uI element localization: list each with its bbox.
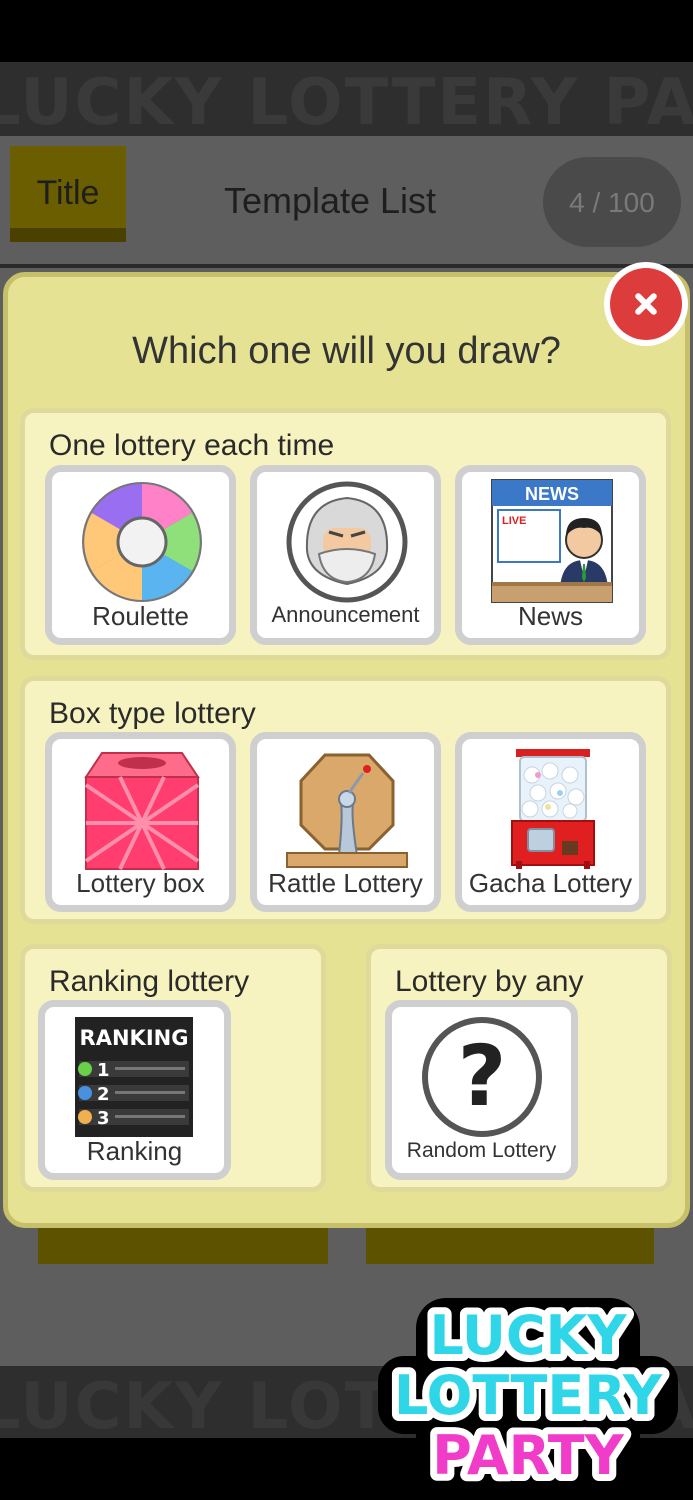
title-button-label: Title: [36, 174, 100, 212]
gacha-lottery-label: Gacha Lottery: [468, 868, 633, 898]
marquee-banner-top: LUCKY LOTTERY PARTY LUCKY LOTTERY PARTY: [0, 62, 693, 136]
marquee-text: LUCKY LOTTERY PARTY LUCKY LOTTERY PARTY: [0, 66, 693, 136]
lottery-box-icon: [84, 752, 200, 870]
logo-line-lottery: LOTTERY: [394, 1364, 663, 1427]
rattle-lottery-icon: [286, 753, 408, 868]
roulette-card[interactable]: Roulette: [45, 465, 236, 645]
bottom-button-left[interactable]: [38, 1228, 328, 1264]
rank-1: 1: [97, 1060, 110, 1081]
ranking-board-icon: RANKING 1 2 3: [75, 1017, 193, 1137]
lottery-box-label: Lottery box: [76, 868, 205, 898]
announcement-card[interactable]: Announcement: [250, 465, 441, 645]
close-icon: [610, 268, 682, 340]
rank-2: 2: [97, 1084, 110, 1105]
gacha-lottery-card[interactable]: Gacha Lottery: [455, 732, 646, 912]
template-counter: 4 / 100: [543, 157, 681, 247]
news-label: News: [517, 601, 583, 631]
lottery-box-card[interactable]: Lottery box: [45, 732, 236, 912]
roulette-label: Roulette: [92, 601, 189, 631]
lucky-lottery-party-logo: LUCKY LOTTERY PARTY: [378, 1297, 678, 1494]
random-lottery-card[interactable]: ? Random Lottery: [385, 1000, 578, 1180]
bottom-button-right[interactable]: [366, 1228, 654, 1264]
rank-3: 3: [97, 1108, 110, 1129]
question-mark-symbol: ?: [458, 1027, 507, 1125]
announcement-label: Announcement: [271, 602, 420, 627]
status-bar-area: [0, 0, 693, 62]
section-title: Ranking lottery: [49, 965, 250, 998]
section-title: Lottery by any: [395, 965, 584, 998]
section-title: One lottery each time: [49, 429, 335, 462]
template-counter-text: 4 / 100: [569, 187, 655, 218]
list-divider: [0, 264, 693, 268]
logo-line-party: PARTY: [432, 1424, 624, 1487]
dialog-title: Which one will you draw?: [132, 330, 561, 372]
news-card[interactable]: NEWS LIVE News: [455, 465, 646, 645]
close-button[interactable]: [604, 262, 688, 346]
logo-line-lucky: LUCKY: [430, 1304, 628, 1367]
news-anchor-icon: NEWS LIVE: [491, 479, 613, 603]
roulette-wheel-icon: [82, 482, 202, 602]
ranking-card[interactable]: RANKING 1 2 3 Ranking: [38, 1000, 231, 1180]
header-title: Template List: [223, 180, 437, 221]
ranking-label: Ranking: [86, 1136, 183, 1166]
news-badge: NEWS: [525, 484, 579, 504]
live-badge: LIVE: [502, 515, 526, 527]
old-man-icon: [286, 481, 408, 603]
question-mark-icon: ?: [422, 1017, 542, 1137]
section-title: Box type lottery: [49, 697, 256, 730]
title-button[interactable]: Title: [10, 146, 126, 242]
rattle-lottery-card[interactable]: Rattle Lottery: [250, 732, 441, 912]
ranking-board-title: RANKING: [80, 1026, 189, 1050]
gacha-machine-icon: [511, 749, 595, 869]
rattle-lottery-label: Rattle Lottery: [268, 868, 423, 898]
random-lottery-label: Random Lottery: [406, 1139, 557, 1162]
